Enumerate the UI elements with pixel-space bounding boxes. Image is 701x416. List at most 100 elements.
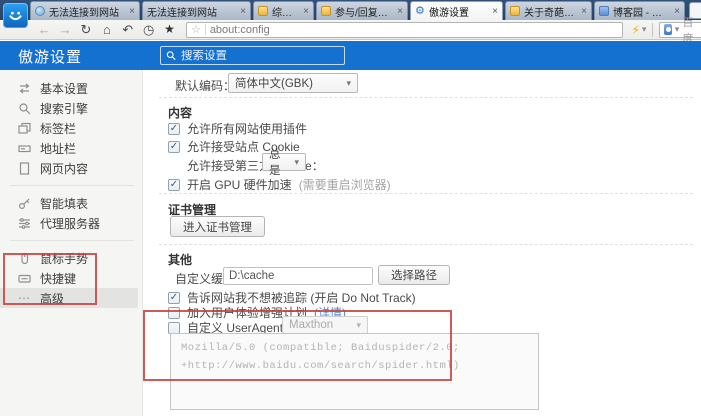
bookmark-star-icon[interactable]: ☆ xyxy=(191,23,201,36)
tab-page-6[interactable]: 关于奇葩同学友链... × xyxy=(505,1,592,20)
settings-header: 傲游设置 xyxy=(0,41,701,70)
section-divider xyxy=(159,193,693,194)
settings-sidebar: 基本设置 搜索引擎 标签栏 地址栏 网页内容 智能填表 代理服务器 鼠标手势 快… xyxy=(0,70,143,416)
baidu-engine-icon[interactable] xyxy=(664,24,672,35)
refresh-icon[interactable]: ↻ xyxy=(76,20,97,39)
tab-page-4[interactable]: 参与/回复主题 - ... × xyxy=(316,1,408,20)
tab-bar: 无法连接到网站 × 无法连接到网站 × 综合讨论区 TGL论... × 参与/回… xyxy=(0,0,701,20)
divider xyxy=(652,22,654,37)
gpu-label: 开启 GPU 硬件加速 xyxy=(187,178,292,192)
sidebar-item-label: 智能填表 xyxy=(40,196,89,211)
useragent-textarea[interactable]: Mozilla/5.0 (compatible; Baiduspider/2.0… xyxy=(170,333,539,410)
sidebar-item-label: 高级 xyxy=(40,291,65,306)
allow-plugins-row[interactable]: ✓ 允许所有网站使用插件 xyxy=(168,120,307,137)
close-tab-icon[interactable]: × xyxy=(581,6,587,17)
third-party-cookie-select[interactable]: 总是 ▾ xyxy=(262,149,306,177)
sidebar-item-advanced-selected[interactable]: ⋯ 高级 xyxy=(0,288,138,308)
search-icon xyxy=(17,101,31,115)
home-icon[interactable]: ⌂ xyxy=(96,20,117,39)
sidebar-item-label: 标签栏 xyxy=(40,121,77,136)
checkbox-checked-icon[interactable]: ✓ xyxy=(168,291,180,304)
sidebar-item-basic[interactable]: 基本设置 xyxy=(0,78,142,98)
tab-page-3[interactable]: 综合讨论区 TGL论... × xyxy=(253,1,314,20)
gpu-note: (需要重启浏览器) xyxy=(298,178,391,192)
tabs-icon xyxy=(17,121,31,135)
encoding-label: 默认编码： xyxy=(175,79,236,93)
settings-search-box[interactable] xyxy=(160,46,345,65)
tab-title: 博客园 - 开发者的... xyxy=(613,7,670,19)
globe-favicon-icon xyxy=(35,6,45,16)
address-bar-icon xyxy=(17,141,31,155)
gear-favicon-icon: ⚙ xyxy=(415,5,425,17)
chevron-down-icon[interactable]: ▾ xyxy=(642,24,647,35)
ellipsis-icon: ⋯ xyxy=(18,291,30,305)
tab-settings-active[interactable]: ⚙ 傲游设置 × xyxy=(410,1,503,20)
tab-title: 傲游设置 xyxy=(429,7,469,19)
chevron-down-icon: ▾ xyxy=(294,156,299,167)
close-tab-icon[interactable]: × xyxy=(674,6,680,17)
choose-path-button[interactable]: 选择路径 xyxy=(378,265,450,285)
forum-favicon-icon xyxy=(321,6,331,16)
checkbox-checked-icon[interactable]: ✓ xyxy=(168,122,180,135)
section-divider xyxy=(159,97,693,98)
useragent-select[interactable]: Maxthon ▾ xyxy=(282,316,368,334)
tab-title: 参与/回复主题 - ... xyxy=(335,7,394,19)
sidebar-item-mouse-gesture[interactable]: 鼠标手势 xyxy=(0,248,142,268)
keyboard-icon xyxy=(17,271,31,285)
sidebar-item-shortcuts[interactable]: 快捷键 xyxy=(0,268,142,288)
sidebar-item-label: 代理服务器 xyxy=(40,216,101,231)
sidebar-item-tab-bar[interactable]: 标签栏 xyxy=(0,118,142,138)
divider xyxy=(10,185,134,186)
section-title-other: 其他 xyxy=(168,253,193,267)
section-title-content: 内容 xyxy=(168,106,193,120)
checkbox-unchecked-icon[interactable] xyxy=(168,321,180,334)
sidebar-item-search-engine[interactable]: 搜索引擎 xyxy=(0,98,142,118)
web-search-box[interactable]: ▾ 百度 xyxy=(659,17,701,45)
address-bar[interactable]: ☆ about:config xyxy=(185,21,624,38)
checkbox-checked-icon[interactable]: ✓ xyxy=(168,178,180,191)
close-tab-icon[interactable]: × xyxy=(397,6,403,17)
page-title: 傲游设置 xyxy=(18,49,83,66)
maxthon-logo-icon[interactable] xyxy=(3,3,28,28)
sidebar-item-page-content[interactable]: 网页内容 xyxy=(0,158,142,178)
close-tab-icon[interactable]: × xyxy=(129,6,135,17)
sidebar-item-form-fill[interactable]: 智能填表 xyxy=(0,193,142,213)
close-tab-icon[interactable]: × xyxy=(492,6,498,17)
chevron-down-icon[interactable]: ▾ xyxy=(675,24,680,35)
extension-quick-access[interactable]: ⚡ ▾ xyxy=(631,23,646,37)
divider xyxy=(10,240,134,241)
sidebar-item-proxy[interactable]: 代理服务器 xyxy=(0,213,142,233)
sidebar-item-address-bar[interactable]: 地址栏 xyxy=(0,138,142,158)
back-icon[interactable]: ← xyxy=(34,20,55,39)
arrows-swap-icon xyxy=(17,81,31,95)
close-tab-icon[interactable]: × xyxy=(240,6,246,17)
sidebar-item-label: 基本设置 xyxy=(40,81,89,96)
mouse-icon xyxy=(17,251,31,265)
tab-page-1[interactable]: 无法连接到网站 × xyxy=(30,1,140,20)
lightning-icon[interactable]: ⚡ xyxy=(631,23,639,37)
tab-title: 综合讨论区 TGL论... xyxy=(272,7,299,19)
tab-page-2[interactable]: 无法连接到网站 × xyxy=(142,1,251,20)
cache-location-input[interactable] xyxy=(223,267,373,285)
checkbox-unchecked-icon[interactable] xyxy=(168,306,180,319)
gpu-acceleration-row[interactable]: ✓ 开启 GPU 硬件加速 (需要重启浏览器) xyxy=(168,176,391,193)
forward-icon[interactable]: → xyxy=(55,20,76,39)
tab-page-7[interactable]: 博客园 - 开发者的... × xyxy=(594,1,685,20)
undo-closed-tab-icon[interactable]: ↶ xyxy=(117,20,138,39)
key-icon xyxy=(17,196,31,210)
checkbox-checked-icon[interactable]: ✓ xyxy=(168,140,180,153)
close-tab-icon[interactable]: × xyxy=(303,6,309,17)
sliders-icon xyxy=(17,216,31,230)
certificate-manager-button[interactable]: 进入证书管理 xyxy=(170,216,265,237)
history-icon[interactable]: ◷ xyxy=(138,20,159,39)
forum-favicon-icon xyxy=(510,6,520,16)
document-icon xyxy=(17,161,31,175)
favorites-star-icon[interactable]: ★ xyxy=(159,20,180,39)
chevron-down-icon: ▾ xyxy=(346,77,351,88)
sidebar-item-label: 快捷键 xyxy=(40,271,77,286)
search-icon xyxy=(166,51,176,61)
navigation-toolbar: ← → ↻ ⌂ ↶ ◷ ★ ☆ about:config ⚡ ▾ ▾ 百度 xyxy=(0,17,701,45)
encoding-select[interactable]: 简体中文(GBK) ▾ xyxy=(228,73,358,93)
settings-search-input[interactable] xyxy=(181,49,339,62)
third-party-cookie-value: 总是 xyxy=(269,149,281,177)
